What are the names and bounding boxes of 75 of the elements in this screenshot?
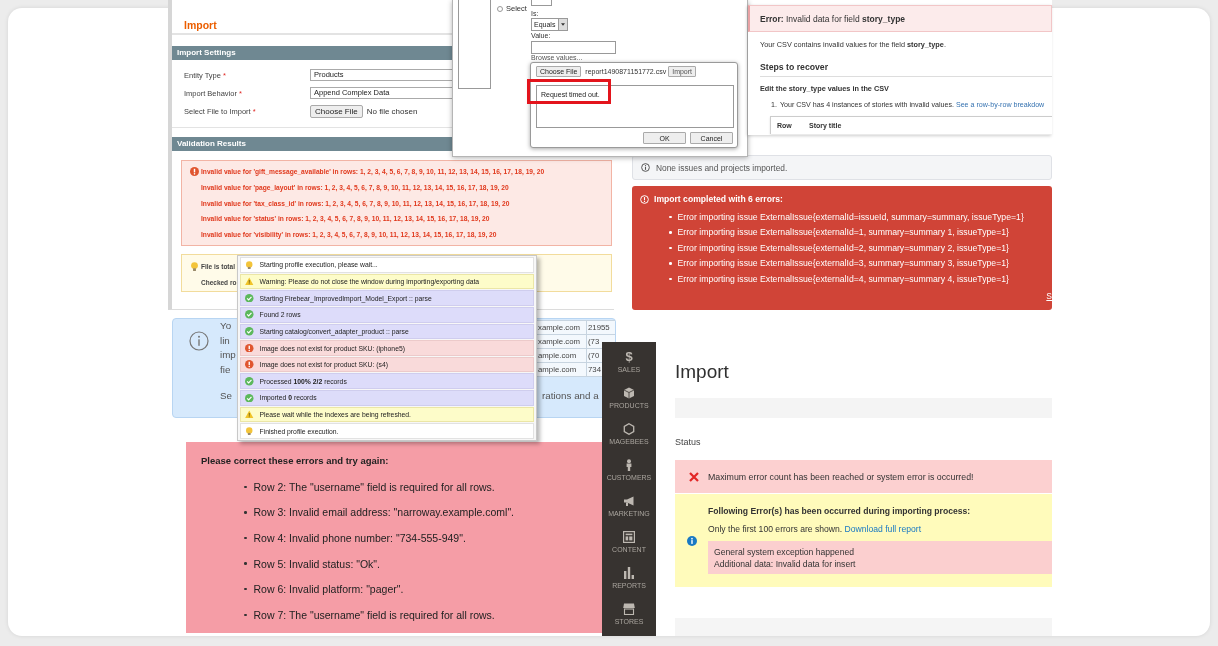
bullet-icon [244,587,247,591]
choose-file-button[interactable]: Choose File [310,104,363,118]
page-title: Import [184,19,217,31]
check-icon [245,377,254,386]
check-icon [245,393,254,403]
info-icon [641,163,650,172]
error-icon [245,343,254,353]
more-link[interactable]: S [1046,290,1052,301]
bullet-icon [669,277,672,280]
notice-text: imp [220,348,236,363]
warning-icon [245,410,254,419]
radio-button[interactable] [497,5,503,12]
notice-text: fie [220,362,231,377]
exception-text: Additional data: Invalid data for insert [714,558,857,570]
details-note: Only the first 100 errors are shown. Download full report [708,523,923,535]
layout-icon [623,530,635,543]
bullet-icon [669,215,672,218]
download-link[interactable]: Download full report [844,524,922,534]
section-label: Status [675,436,702,449]
error-icon [245,360,254,369]
bulb-icon [190,261,199,271]
bullet-icon [244,485,247,489]
error-message: Row 6: Invalid platform: "pager". [253,583,404,596]
box-icon [623,386,635,399]
error-icon [190,167,199,177]
bullet-icon [669,262,672,265]
info-icon [189,331,209,351]
hexagon-icon [623,422,635,435]
error-message: Error importing issue ExternalIssue{externalId=2, summary=summary 2, issueType=1} [677,242,1009,253]
error-message: Row 5: Invalid status: "Ok". [253,557,380,570]
section-heading: Steps to recover [760,61,829,73]
error-message: Row 2: The "username" field is required for all rows. [253,480,495,493]
check-icon [245,293,254,303]
bar-chart-icon [623,566,635,579]
error-title: Import completed with 6 errors: [654,194,783,204]
notice-text: rations and a [541,389,599,403]
notice-text: Yo [220,319,232,333]
file-status: No file chosen [366,106,418,116]
error-heading: Please correct these errors and try again: [201,455,390,467]
error-message: Error importing issue ExternalIssue{externalId=1, summary=summary 1, issueType=1} [677,227,1009,238]
error-message: Error importing issue ExternalIssue{externalId=4, summary=summary 4, issueType=1} [677,273,1009,284]
bullet-icon [244,613,247,616]
bullet-icon [669,246,672,249]
close-icon [689,471,699,482]
notice-text: lin [220,333,230,348]
info-message: None issues and projects imported. [656,162,788,173]
input-field[interactable] [531,41,616,54]
check-icon [245,327,254,336]
error-message: Row 4: Invalid phone number: "734-555-949". [253,532,466,544]
megaphone-icon [623,494,635,507]
bulb-icon [245,426,254,436]
info-icon [686,536,697,546]
message-text: Maximum error count has been reached or system error is occurred! [708,471,974,482]
error-message: Row 3: Invalid email address: "narroway.example.coml". [253,506,515,519]
check-icon [245,310,254,319]
error-message: Row 7: The "username" field is required for all rows. [253,608,495,621]
bulb-icon [245,260,254,270]
error-message: Error importing issue ExternalIssue{externalId=3, summary=summary 3, issueType=1} [677,258,1009,269]
bullet-icon [244,511,247,514]
bullet-icon [244,536,247,540]
error-message: Error importing issue ExternalIssue{externalId=issueId, summary=summary, issueType=1} [677,211,1024,222]
error-title: Error: Invalid data for field story_type [760,13,906,24]
bullet-icon [669,231,672,234]
list-box[interactable] [458,0,491,89]
input-field[interactable] [531,0,552,6]
notice-text: Se [220,388,232,403]
page-title: Import [675,360,730,384]
dollar-icon: $ [625,350,633,363]
storefront-icon [623,602,635,615]
bullet-icon [244,562,247,565]
caret-icon [561,23,566,26]
warning-icon [245,277,254,286]
exception-text: General system exception happened [714,546,855,558]
details-heading: Following Error(s) has been occurred during importing process: [708,505,972,517]
alert-icon [640,194,649,204]
